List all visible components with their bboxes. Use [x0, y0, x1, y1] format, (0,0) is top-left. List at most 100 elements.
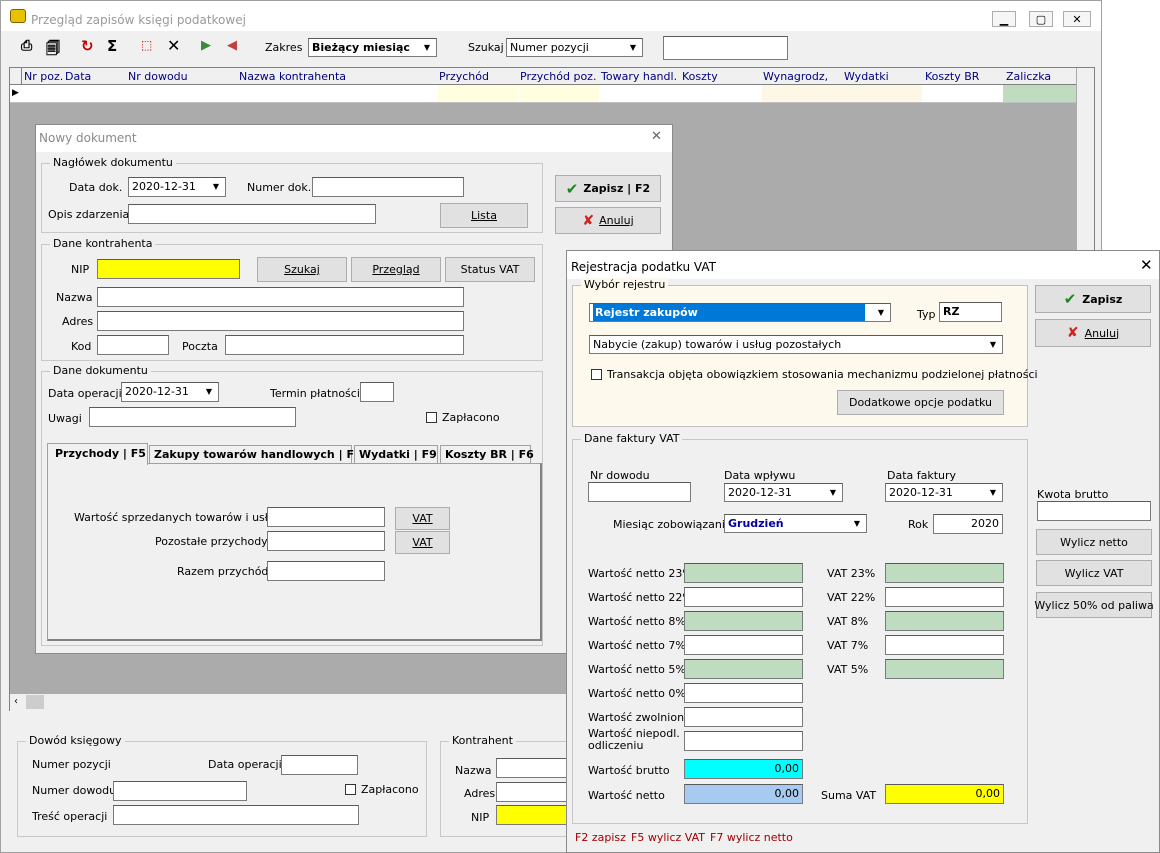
termin-field[interactable]	[360, 382, 394, 402]
col-header[interactable]: Wynagrodz,	[763, 70, 828, 83]
anuluj-button[interactable]: ✘ Anuluj	[1035, 319, 1151, 347]
szukaj-select[interactable]: Numer pozycji ▼	[506, 38, 643, 57]
uwagi-field[interactable]	[89, 407, 296, 427]
maximize-button[interactable]: ▢	[1029, 11, 1053, 27]
col-header[interactable]: Nazwa kontrahenta	[239, 70, 346, 83]
nip-field[interactable]	[496, 805, 576, 825]
col-header[interactable]: Koszty BR	[925, 70, 979, 83]
wylicz-netto-button[interactable]: Wylicz netto	[1036, 529, 1152, 555]
close-button[interactable]: ✕	[1063, 11, 1091, 27]
numer-dowodu-field[interactable]	[113, 781, 247, 801]
vat-button-1[interactable]: VAT	[395, 507, 450, 530]
data-operacji-field[interactable]	[281, 755, 358, 775]
delete-icon[interactable]: ✕	[167, 36, 180, 55]
data-operacji-picker[interactable]: 2020-12-31 ▼	[121, 382, 219, 402]
zaplacono-checkbox[interactable]	[345, 784, 356, 795]
zapisz-button[interactable]: ✔ Zapisz | F2	[555, 175, 661, 202]
dialog-title: Rejestracja podatku VAT	[571, 260, 716, 274]
zwolniona-field[interactable]	[684, 707, 803, 727]
print-preview-icon[interactable]: 🗐	[46, 38, 60, 62]
szukaj-button[interactable]: Szukaj	[257, 257, 347, 282]
close-icon[interactable]: ✕	[651, 129, 662, 144]
brutto-field[interactable]: 0,00	[684, 759, 803, 779]
netto-5-field[interactable]	[684, 659, 803, 679]
col-header[interactable]: Zaliczka	[1006, 70, 1051, 83]
wartosc-sprzed-field[interactable]	[267, 507, 385, 527]
adres-field[interactable]	[496, 782, 576, 802]
split-checkbox[interactable]	[591, 369, 602, 380]
import-icon[interactable]: ◀	[227, 38, 237, 53]
rok-field[interactable]: 2020	[933, 514, 1003, 534]
zaplacono-checkbox[interactable]	[426, 412, 437, 423]
insert-icon[interactable]: ⬚	[141, 38, 152, 52]
vat-23-field[interactable]	[885, 563, 1004, 583]
close-icon[interactable]: ✕	[1140, 256, 1153, 274]
tab-przychody[interactable]: Przychody | F5	[47, 443, 148, 465]
tab-wydatki[interactable]: Wydatki | F9	[354, 445, 438, 464]
table-row[interactable]: ▶	[10, 85, 1076, 103]
col-header[interactable]: Przychód	[439, 70, 489, 83]
netto-field[interactable]: 0,00	[684, 784, 803, 804]
suma-field[interactable]: 0,00	[885, 784, 1004, 804]
nazwa-field[interactable]	[97, 287, 464, 307]
vat-7-field[interactable]	[885, 635, 1004, 655]
data-wplywu-picker[interactable]: 2020-12-31 ▼	[724, 483, 843, 502]
minimize-button[interactable]: ▁	[992, 11, 1016, 27]
zakres-select[interactable]: Bieżący miesiąc ▼	[308, 38, 437, 57]
vat-5-field[interactable]	[885, 659, 1004, 679]
nazwa-field[interactable]	[496, 758, 576, 778]
col-header[interactable]: Towary handl.	[601, 70, 677, 83]
refresh-icon[interactable]: ↻	[81, 37, 94, 55]
sum-icon[interactable]: Σ	[107, 37, 117, 55]
netto-7-field[interactable]	[684, 635, 803, 655]
netto-23-field[interactable]	[684, 563, 803, 583]
opis-field[interactable]	[128, 204, 376, 224]
col-header[interactable]: Data	[65, 70, 91, 83]
lista-button[interactable]: Lista	[440, 203, 528, 228]
group-title: Dane dokumentu	[50, 364, 151, 377]
przeglad-button[interactable]: Przegląd	[351, 257, 441, 282]
niepodl-field[interactable]	[684, 731, 803, 751]
col-header[interactable]: Nr dowodu	[128, 70, 188, 83]
tab-zakupy[interactable]: Zakupy towarów handlowych | F8	[149, 445, 362, 464]
search-input[interactable]	[663, 36, 788, 60]
data-dok-picker[interactable]: 2020-12-31 ▼	[128, 177, 226, 197]
tab-koszty-br[interactable]: Koszty BR | F6	[440, 445, 534, 464]
status-vat-button[interactable]: Status VAT	[445, 257, 535, 282]
col-header[interactable]: Koszty	[682, 70, 718, 83]
typ-field[interactable]: RZ	[939, 302, 1002, 322]
netto-22-field[interactable]	[684, 587, 803, 607]
zapisz-button[interactable]: ✔ Zapisz	[1035, 285, 1151, 313]
rodzaj-select[interactable]: Nabycie (zakup) towarów i usług pozostał…	[589, 335, 1003, 354]
razem-field[interactable]	[267, 561, 385, 581]
print-icon[interactable]: ⎙	[21, 38, 32, 54]
brutto-label: Wartość brutto	[588, 764, 670, 777]
vat-22-field[interactable]	[885, 587, 1004, 607]
dodatkowe-button[interactable]: Dodatkowe opcje podatku	[837, 390, 1004, 415]
export-icon[interactable]: ▶	[201, 38, 211, 53]
group-title: Nagłówek dokumentu	[50, 156, 176, 169]
vat-button-2[interactable]: VAT	[395, 531, 450, 554]
chevron-left-icon[interactable]: ‹	[14, 696, 18, 707]
kwota-brutto-field[interactable]	[1037, 501, 1151, 521]
col-header[interactable]: Nr poz.	[24, 70, 63, 83]
adres-field[interactable]	[97, 311, 464, 331]
poczta-field[interactable]	[225, 335, 464, 355]
vat-8-field[interactable]	[885, 611, 1004, 631]
nr-dowodu-field[interactable]	[588, 482, 691, 502]
numer-dok-field[interactable]	[312, 177, 464, 197]
col-header[interactable]: Wydatki	[844, 70, 889, 83]
tresc-operacji-field[interactable]	[113, 805, 359, 825]
col-header[interactable]: Przychód poz.	[520, 70, 596, 83]
pozostale-field[interactable]	[267, 531, 385, 551]
kod-field[interactable]	[97, 335, 169, 355]
nip-field[interactable]	[97, 259, 240, 279]
miesiac-select[interactable]: Grudzień ▼	[724, 514, 867, 533]
data-faktury-picker[interactable]: 2020-12-31 ▼	[885, 483, 1003, 502]
netto-8-field[interactable]	[684, 611, 803, 631]
rejestr-select[interactable]: Rejestr zakupów ▼	[589, 303, 891, 322]
wylicz-50-button[interactable]: Wylicz 50% od paliwa	[1034, 592, 1154, 618]
anuluj-button[interactable]: ✘ Anuluj	[555, 207, 661, 234]
wylicz-vat-button[interactable]: Wylicz VAT	[1036, 560, 1152, 586]
netto-0-field[interactable]	[684, 683, 803, 703]
